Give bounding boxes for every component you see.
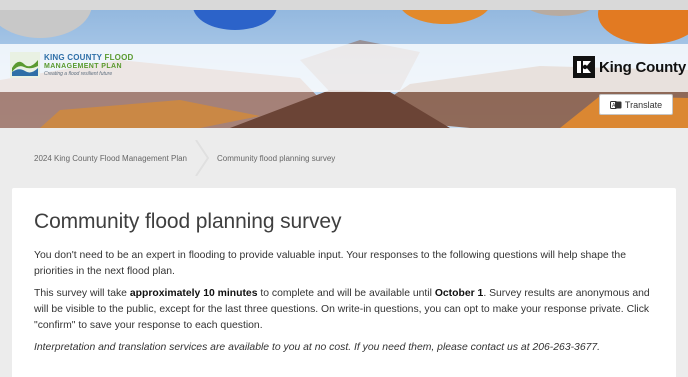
details-text-2: to complete and will be available until: [257, 288, 435, 299]
breadcrumb-chevron-icon: [195, 140, 209, 176]
king-county-logo[interactable]: King County: [573, 56, 686, 78]
survey-duration: approximately 10 minutes: [129, 288, 258, 299]
hero-banner: KING COUNTY FLOOD MANAGEMENT PLAN Creati…: [0, 0, 688, 128]
fmp-logo-line1: KING COUNTY: [44, 52, 103, 62]
king-county-crown-icon: [573, 56, 596, 78]
translate-label: Translate: [624, 99, 663, 110]
breadcrumb-item-current: Community flood planning survey: [217, 153, 336, 163]
intro-paragraph: You don't need to be an expert in floodi…: [34, 250, 626, 277]
page-title: Community flood planning survey: [34, 210, 342, 233]
translate-icon: A: [609, 100, 622, 109]
services-note: Interpretation and translation services …: [34, 342, 601, 353]
translate-button[interactable]: A Translate: [599, 94, 673, 115]
breadcrumb-item-flood-plan[interactable]: 2024 King County Flood Management Plan: [34, 154, 187, 163]
svg-text:A: A: [612, 103, 616, 109]
breadcrumb: 2024 King County Flood Management Plan C…: [0, 140, 688, 176]
details-text-1: This survey will take: [34, 288, 130, 299]
logo-bar: KING COUNTY FLOOD MANAGEMENT PLAN Creati…: [0, 44, 688, 92]
survey-details-paragraph: This survey will take approximately 10 m…: [34, 286, 654, 334]
king-county-logo-text: King County: [599, 58, 686, 76]
survey-intro-card: Community flood planning survey You don'…: [12, 188, 676, 377]
fmp-logo-line1-accent: FLOOD: [104, 52, 134, 62]
survey-deadline: October 1: [434, 288, 484, 299]
top-strip: [0, 0, 688, 10]
fmp-logo-tagline: Creating a flood resilient future: [44, 70, 113, 77]
fmp-logo-line2: MANAGEMENT PLAN: [44, 62, 122, 70]
flood-plan-logo-icon: [10, 52, 40, 78]
flood-management-plan-logo[interactable]: KING COUNTY FLOOD MANAGEMENT PLAN Creati…: [10, 52, 134, 78]
